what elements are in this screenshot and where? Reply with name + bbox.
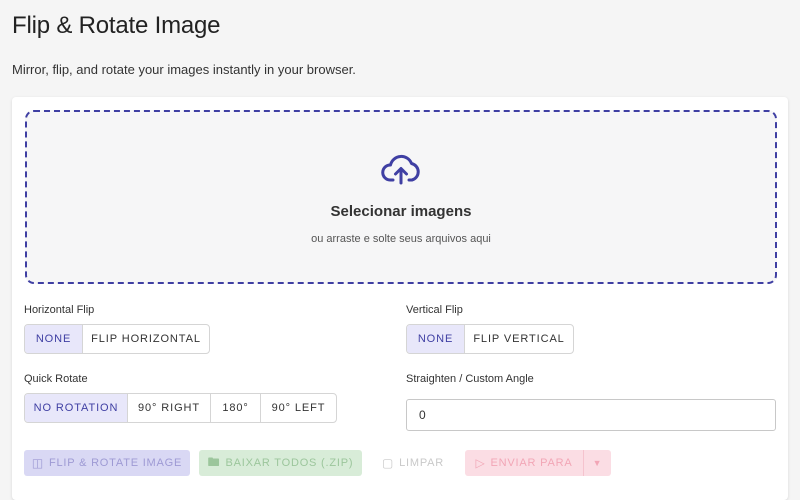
send-icon: ▷ xyxy=(475,456,486,470)
folder-icon: 🖿 xyxy=(207,454,221,469)
vertical-flip-label: Vertical Flip xyxy=(406,304,463,316)
download-zip-button[interactable]: 🖿 BAIXAR TODOS (.ZIP) xyxy=(199,450,362,476)
flip-rotate-label: FLIP & ROTATE IMAGE xyxy=(48,457,183,469)
rotate-90-right-option[interactable]: 90° RIGHT xyxy=(128,394,211,422)
horizontal-flip-group: NONE FLIP HORIZONTAL xyxy=(24,324,210,354)
flip-vertical-option[interactable]: FLIP VERTICAL xyxy=(465,325,573,353)
send-to-label: ENVIAR PARA xyxy=(490,457,573,469)
clear-button[interactable]: ▢ LIMPAR xyxy=(372,450,454,476)
chevron-down-icon: ▼ xyxy=(592,458,603,468)
dropzone-subtitle: ou arraste e solte seus arquivos aqui xyxy=(311,233,491,245)
download-zip-label: BAIXAR TODOS (.ZIP) xyxy=(225,457,354,469)
flip-icon: ◫ xyxy=(31,456,44,470)
quick-rotate-group: NO ROTATION 90° RIGHT 180° 90° LEFT xyxy=(24,393,337,423)
horizontal-flip-label: Horizontal Flip xyxy=(24,304,95,316)
tool-card: Selecionar imagens ou arraste e solte se… xyxy=(12,97,788,500)
dropzone-title: Selecionar imagens xyxy=(330,203,472,220)
send-to-dropdown-button[interactable]: ▼ xyxy=(583,450,611,476)
page-subtitle: Mirror, flip, and rotate your images ins… xyxy=(12,62,356,77)
page-title: Flip & Rotate Image xyxy=(12,12,221,39)
cloud-upload-icon xyxy=(381,154,420,185)
send-to-button[interactable]: ▷ ENVIAR PARA xyxy=(465,450,583,476)
upload-dropzone[interactable]: Selecionar imagens ou arraste e solte se… xyxy=(25,110,777,284)
vertical-flip-group: NONE FLIP VERTICAL xyxy=(406,324,574,354)
broom-icon: ▢ xyxy=(381,456,395,470)
flip-horizontal-option[interactable]: FLIP HORIZONTAL xyxy=(83,325,209,353)
rotate-180-option[interactable]: 180° xyxy=(211,394,261,422)
custom-angle-input[interactable] xyxy=(406,399,776,431)
rotate-90-left-option[interactable]: 90° LEFT xyxy=(261,394,336,422)
clear-label: LIMPAR xyxy=(399,457,445,469)
horizontal-flip-none[interactable]: NONE xyxy=(25,325,83,353)
vertical-flip-none[interactable]: NONE xyxy=(407,325,465,353)
flip-rotate-button[interactable]: ◫ FLIP & ROTATE IMAGE xyxy=(24,450,190,476)
quick-rotate-label: Quick Rotate xyxy=(24,373,88,385)
custom-angle-label: Straighten / Custom Angle xyxy=(406,373,534,385)
rotate-none-option[interactable]: NO ROTATION xyxy=(25,394,128,422)
